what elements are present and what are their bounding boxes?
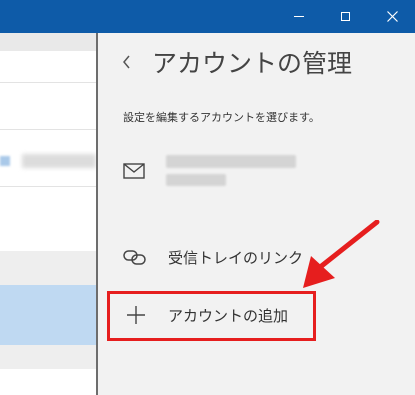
list-group-header bbox=[0, 251, 96, 285]
list-item[interactable] bbox=[0, 130, 96, 184]
blurred-content bbox=[22, 154, 96, 168]
blurred-content bbox=[0, 156, 10, 166]
arrow-annotation bbox=[303, 220, 380, 288]
highlight-box bbox=[107, 291, 316, 341]
mail-icon bbox=[123, 163, 145, 179]
list-item[interactable] bbox=[0, 83, 96, 128]
list-item-selected[interactable] bbox=[0, 285, 96, 345]
title-bar bbox=[0, 0, 415, 33]
panel-subtitle: 設定を編集するアカウントを選びます。 bbox=[123, 111, 320, 124]
account-item[interactable] bbox=[118, 146, 408, 196]
account-name-redacted bbox=[166, 155, 296, 168]
link-icon bbox=[123, 250, 146, 265]
list-header bbox=[0, 33, 96, 51]
link-inboxes-label: 受信トレイのリンク bbox=[168, 249, 304, 267]
chevron-left-icon bbox=[123, 55, 130, 69]
maximize-button[interactable] bbox=[322, 0, 368, 33]
minimize-button[interactable] bbox=[276, 0, 322, 33]
back-button[interactable] bbox=[117, 47, 137, 77]
account-email-redacted bbox=[166, 174, 226, 186]
close-button[interactable] bbox=[369, 0, 415, 33]
list-divider bbox=[0, 186, 96, 187]
minimize-icon bbox=[294, 16, 304, 17]
close-icon bbox=[386, 11, 398, 22]
list-group-header bbox=[0, 345, 96, 369]
maximize-icon bbox=[340, 12, 350, 21]
panel-title: アカウントの管理 bbox=[152, 49, 353, 78]
message-list-pane bbox=[0, 33, 96, 395]
